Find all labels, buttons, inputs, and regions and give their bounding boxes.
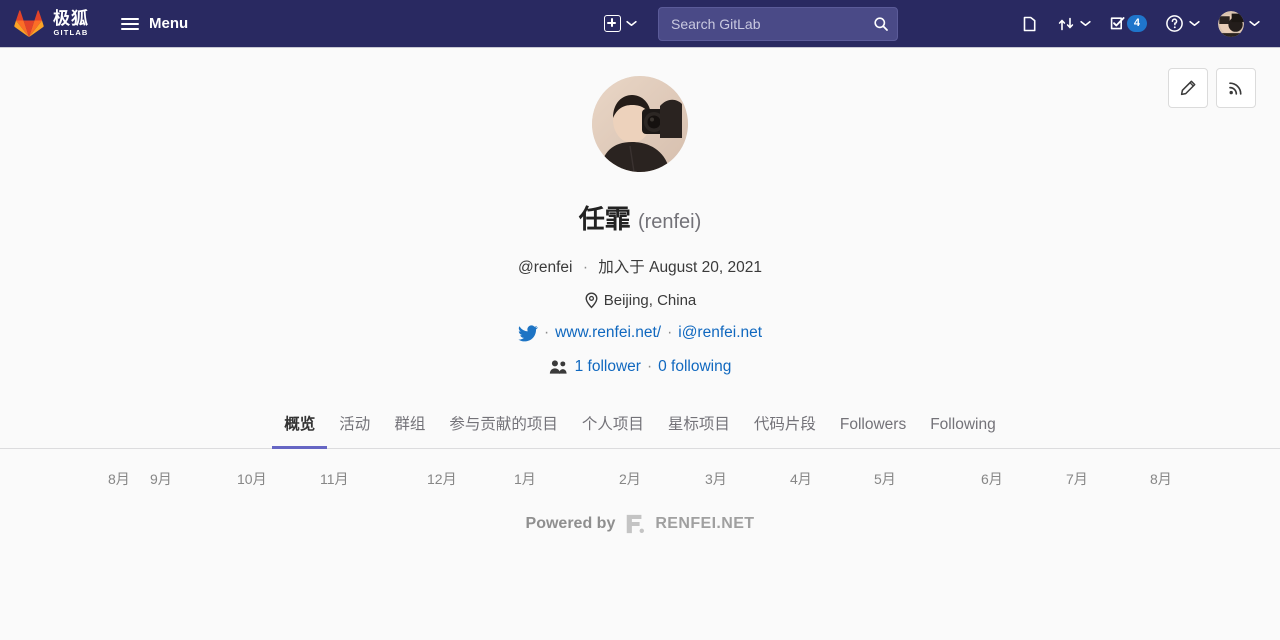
brand-text: 极狐 GITLAB <box>53 10 89 37</box>
chevron-down-icon <box>1189 20 1200 27</box>
profile-page: 任霏 (renfei) @renfei · 加入于 August 20, 202… <box>0 48 1280 640</box>
profile-handle-paren: (renfei) <box>637 211 702 233</box>
gitlab-logo-link[interactable]: 极狐 GITLAB <box>14 9 95 38</box>
calendar-month-label: 7月 <box>1066 471 1088 488</box>
calendar-month-label: 1月 <box>514 471 536 488</box>
tab-2[interactable]: 群组 <box>382 402 437 449</box>
navbar-center-group <box>600 6 898 41</box>
hamburger-icon <box>121 17 139 30</box>
main-menu-button[interactable]: Menu <box>111 8 198 39</box>
chevron-down-icon <box>1080 20 1091 27</box>
gitlab-fox-icon <box>14 9 44 37</box>
profile-joined-date: 加入于 August 20, 2021 <box>598 259 763 277</box>
pencil-icon <box>1180 80 1196 96</box>
calendar-month-label: 8月 <box>108 471 130 488</box>
profile-display-name: 任霏 <box>578 204 631 234</box>
tab-0[interactable]: 概览 <box>272 402 328 450</box>
todos-count-badge: 4 <box>1126 15 1147 32</box>
profile-tabs-bar: 概览 活动 群组 参与贡献的项目 个人项目 星标项目 代码片段 Followers Follow… <box>0 402 1280 450</box>
merge-request-icon <box>1058 17 1074 30</box>
links-separator-2: · <box>667 324 673 342</box>
brand-name-en: GITLAB <box>53 28 89 38</box>
rss-icon <box>1229 82 1242 95</box>
issues-icon <box>1023 16 1036 31</box>
calendar-month-label: 11月 <box>320 471 349 488</box>
profile-website-link[interactable]: www.renfei.net/ <box>555 324 661 342</box>
footer-brand: RENFEI.NET <box>655 515 755 533</box>
calendar-month-label: 5月 <box>874 471 896 488</box>
rss-feed-button[interactable] <box>1216 68 1256 108</box>
edit-profile-button[interactable] <box>1168 68 1208 108</box>
search-input[interactable] <box>658 6 898 41</box>
twitter-link[interactable] <box>518 325 538 342</box>
profile-email-link[interactable]: i@renfei.net <box>678 324 762 342</box>
navbar-right-group: 4 <box>1013 5 1268 43</box>
calendar-month-label: 3月 <box>705 471 727 488</box>
search-icon[interactable] <box>873 16 889 32</box>
profile-header: 任霏 (renfei) @renfei · 加入于 August 20, 202… <box>0 48 1280 376</box>
user-menu-button[interactable] <box>1210 5 1268 43</box>
profile-name-line: 任霏 (renfei) <box>0 204 1280 235</box>
tab-6[interactable]: 代码片段 <box>742 402 828 449</box>
calendar-month-label: 4月 <box>790 471 812 488</box>
location-pin-icon <box>585 292 598 309</box>
page-footer: Powered by RENFEI.NET <box>0 513 1280 535</box>
help-circle-icon <box>1166 15 1183 32</box>
profile-location-line: Beijing, China <box>0 292 1280 309</box>
users-icon <box>549 360 567 374</box>
links-separator-1: · <box>543 324 550 342</box>
calendar-month-label: 9月 <box>150 471 172 488</box>
profile-actions <box>1168 68 1256 108</box>
following-link[interactable]: 0 following <box>658 358 731 376</box>
issues-button[interactable] <box>1013 9 1047 39</box>
calendar-month-label: 12月 <box>427 471 457 488</box>
calendar-month-label: 2月 <box>619 471 641 488</box>
contribution-calendar: 8月 9月 10月 11月 12月 1月 2月 3月 4月 5月 6月 7月 8月 <box>0 449 1280 505</box>
menu-button-label: Menu <box>149 15 189 32</box>
followers-link[interactable]: 1 follower <box>575 358 641 376</box>
follow-separator: · <box>646 358 653 376</box>
tab-5[interactable]: 星标项目 <box>656 402 742 449</box>
chevron-down-icon <box>626 20 637 27</box>
calendar-month-label: 6月 <box>981 471 1003 488</box>
profile-avatar <box>592 76 688 172</box>
profile-follow-line: 1 follower · 0 following <box>0 358 1280 376</box>
tab-7[interactable]: Followers <box>828 406 918 449</box>
profile-meta-line: @renfei · 加入于 August 20, 2021 <box>0 255 1280 277</box>
chevron-down-icon <box>1249 20 1260 27</box>
tab-1[interactable]: 活动 <box>327 402 382 449</box>
footer-powered-by: Powered by <box>525 515 616 533</box>
tab-4[interactable]: 个人项目 <box>570 402 656 449</box>
profile-links-line: · www.renfei.net/ · i@renfei.net <box>0 324 1280 342</box>
todos-button[interactable]: 4 <box>1101 9 1155 39</box>
calendar-month-label: 10月 <box>237 471 267 488</box>
todos-checkbox-icon <box>1110 16 1125 29</box>
top-navbar: 极狐 GITLAB Menu Search GitLab 4 <box>0 0 1280 48</box>
calendar-month-label: 8月 <box>1150 471 1172 488</box>
tab-8[interactable]: Following <box>918 406 1007 449</box>
plus-square-icon <box>604 15 621 32</box>
navbar-left-group: 极狐 GITLAB Menu <box>14 8 198 39</box>
renfei-logo-icon <box>627 515 645 534</box>
merge-requests-button[interactable] <box>1049 9 1099 39</box>
meta-separator: · <box>582 259 588 277</box>
user-avatar <box>1218 10 1244 37</box>
twitter-icon <box>518 325 538 342</box>
help-button[interactable] <box>1157 8 1208 39</box>
search-container <box>658 6 898 41</box>
profile-username: @renfei <box>517 259 573 277</box>
tab-3[interactable]: 参与贡献的项目 <box>437 402 570 449</box>
brand-name-cn: 极狐 <box>53 9 89 29</box>
profile-location: Beijing, China <box>603 292 697 310</box>
new-dropdown-button[interactable] <box>600 11 641 36</box>
profile-tabs: 概览 活动 群组 参与贡献的项目 个人项目 星标项目 代码片段 Followers Follow… <box>0 402 1280 450</box>
